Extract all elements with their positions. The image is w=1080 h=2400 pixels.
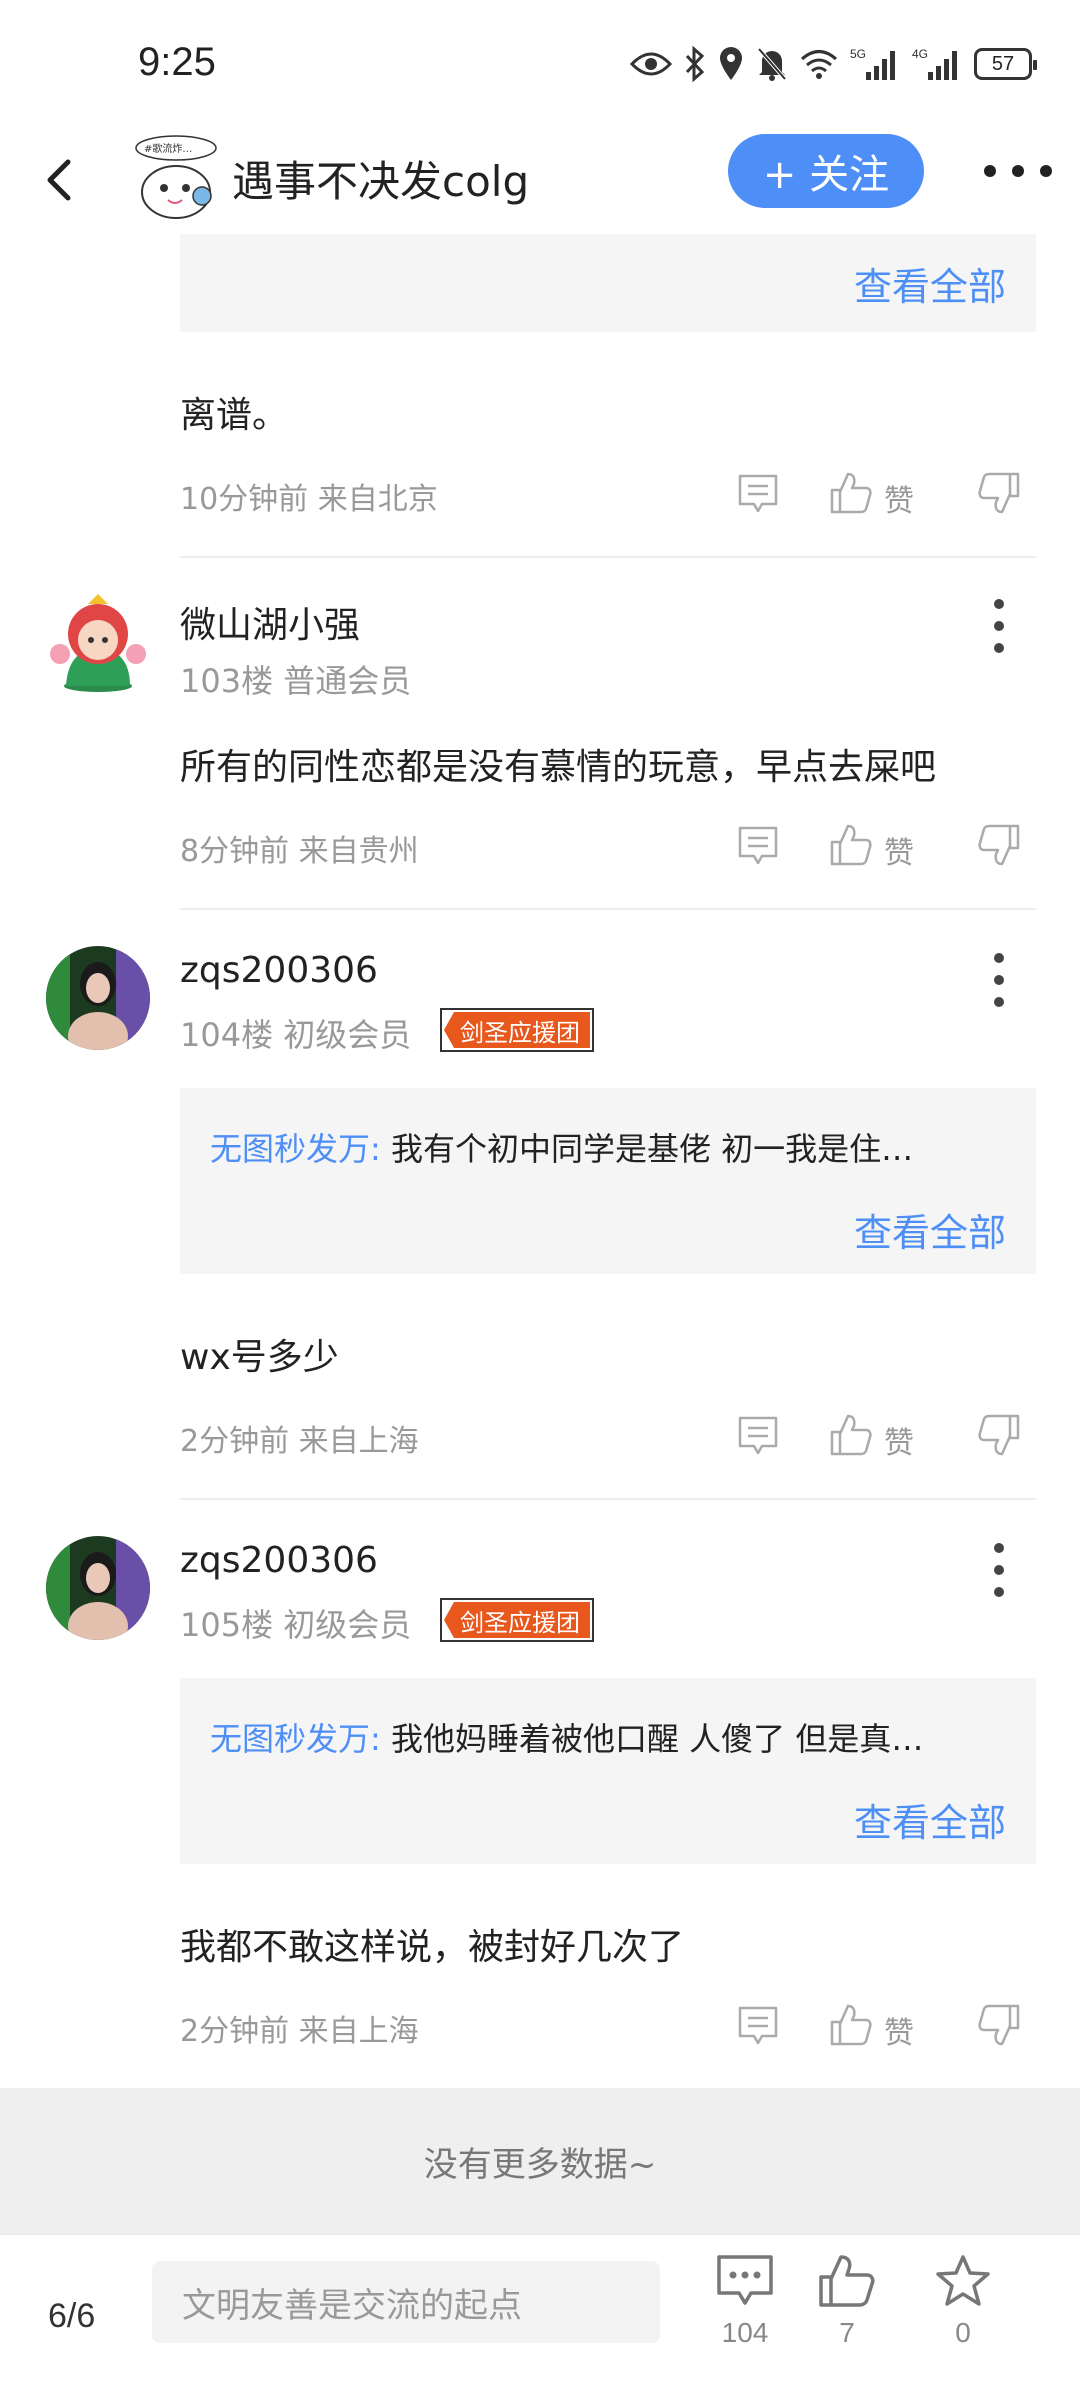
bottom-bar: 6/6 文明友善是交流的起点 104 7 0 — [0, 2234, 1080, 2400]
comment-meta: 8分钟前 来自贵州 — [180, 834, 419, 869]
reply-icon[interactable] — [736, 824, 780, 868]
comment-menu-icon[interactable] — [984, 1536, 1014, 1606]
dislike-icon[interactable] — [976, 2002, 1022, 2048]
quote-author[interactable]: 无图秒发万: — [210, 1130, 381, 1168]
username[interactable]: zqs200306 — [180, 1540, 378, 1581]
reply-icon[interactable] — [736, 2004, 780, 2048]
comment-meta: 2分钟前 来自上海 — [180, 1424, 419, 1459]
view-all-link[interactable]: 查看全部 — [854, 256, 1006, 311]
floor-info: 103楼 普通会员 — [180, 662, 412, 700]
username[interactable]: zqs200306 — [180, 950, 378, 991]
divider — [180, 908, 1036, 910]
signal-5g-icon: 5G — [850, 47, 895, 80]
comment-actions: 赞 — [736, 470, 1036, 520]
comments-button[interactable]: 104 — [700, 2253, 790, 2349]
eye-icon — [630, 52, 672, 76]
comment-meta: 2分钟前 来自上海 — [180, 2014, 419, 2049]
comment-text: 离谱。 — [180, 395, 289, 436]
back-arrow-icon[interactable] — [30, 150, 90, 210]
comment-actions: 赞 — [736, 822, 1036, 872]
like-label[interactable]: 赞 — [884, 476, 914, 520]
battery-icon: 57 — [974, 48, 1037, 80]
comment-text: 所有的同性恋都是没有慕情的玩意，早点去屎吧 — [180, 747, 937, 788]
signal-4g-icon: 4G — [912, 47, 957, 80]
comment-actions: 赞 — [736, 2002, 1036, 2052]
forum-avatar[interactable]: #歌流炸… — [124, 130, 224, 230]
status-icons: 5G 4G 57 — [630, 44, 1037, 84]
like-post-button[interactable]: 7 — [802, 2253, 892, 2349]
status-bar: 9:25 5G 4G 57 — [0, 0, 1080, 130]
like-label[interactable]: 赞 — [884, 1418, 914, 1462]
fan-badge: 剑圣应援团 — [440, 1598, 594, 1642]
location-icon — [720, 47, 742, 80]
reply-icon[interactable] — [736, 472, 780, 516]
like-label[interactable]: 赞 — [884, 2008, 914, 2052]
like-icon[interactable] — [828, 2002, 874, 2048]
status-time: 9:25 — [138, 40, 216, 84]
fan-badge: 剑圣应援团 — [440, 1008, 594, 1052]
page-indicator[interactable]: 6/6 — [48, 2297, 95, 2336]
comment-meta: 10分钟前 来自北京 — [180, 482, 438, 517]
more-options-icon[interactable] — [980, 146, 1056, 196]
like-label[interactable]: 赞 — [884, 828, 914, 872]
quote-author[interactable]: 无图秒发万: — [210, 1720, 381, 1758]
quote-content: 我他妈睡着被他口醒 人傻了 但是真… — [380, 1720, 924, 1758]
divider — [180, 556, 1036, 558]
quoted-text: 无图秒发万: 我有个初中同学是基佬 初一我是住… — [210, 1124, 1010, 1170]
quoted-reply: 查看全部 — [180, 234, 1036, 332]
no-more-data: 没有更多数据~ — [0, 2088, 1080, 2234]
view-all-link[interactable]: 查看全部 — [854, 1202, 1006, 1257]
quoted-text: 无图秒发万: 我他妈睡着被他口醒 人傻了 但是真… — [210, 1714, 1010, 1760]
mute-bell-icon — [757, 47, 787, 81]
reply-icon[interactable] — [736, 1414, 780, 1458]
user-avatar[interactable] — [46, 1536, 150, 1640]
floor-info: 104楼 初级会员 — [180, 1016, 412, 1054]
comment-actions: 赞 — [736, 1412, 1036, 1462]
user-avatar[interactable] — [46, 946, 150, 1050]
comment-input[interactable]: 文明友善是交流的起点 — [152, 2261, 660, 2343]
username[interactable]: 微山湖小强 — [180, 596, 360, 648]
comment-menu-icon[interactable] — [984, 592, 1014, 662]
comments-count: 104 — [721, 2317, 769, 2348]
comment-text: 我都不敢这样说，被封好几次了 — [180, 1927, 685, 1968]
quoted-reply[interactable]: 无图秒发万: 我有个初中同学是基佬 初一我是住… 查看全部 — [180, 1088, 1036, 1274]
star-icon — [936, 2255, 990, 2306]
svg-text:#歌流炸…: #歌流炸… — [144, 142, 192, 155]
favorites-count: 0 — [955, 2317, 971, 2348]
forum-title: 遇事不决发colg — [232, 157, 530, 206]
svg-text:5G: 5G — [850, 47, 866, 61]
bluetooth-icon — [685, 46, 705, 82]
comment-icon — [717, 2255, 773, 2305]
user-avatar[interactable] — [46, 590, 150, 694]
floor-info: 105楼 初级会员 — [180, 1606, 412, 1644]
top-header: #歌流炸… 遇事不决发colg + 关注 — [0, 130, 1080, 240]
favorite-button[interactable]: 0 — [918, 2253, 1008, 2349]
quote-content: 我有个初中同学是基佬 初一我是住… — [380, 1130, 914, 1168]
like-icon[interactable] — [828, 1412, 874, 1458]
comment-text: wx号多少 — [180, 1337, 339, 1378]
svg-text:4G: 4G — [912, 47, 928, 61]
divider — [180, 1498, 1036, 1500]
comment-menu-icon[interactable] — [984, 946, 1014, 1016]
quoted-reply[interactable]: 无图秒发万: 我他妈睡着被他口醒 人傻了 但是真… 查看全部 — [180, 1678, 1036, 1864]
dislike-icon[interactable] — [976, 470, 1022, 516]
thumbs-up-icon — [819, 2255, 875, 2307]
follow-button[interactable]: + 关注 — [728, 134, 924, 208]
like-icon[interactable] — [828, 470, 874, 516]
wifi-icon — [801, 50, 837, 79]
like-icon[interactable] — [828, 822, 874, 868]
likes-count: 7 — [839, 2317, 855, 2348]
view-all-link[interactable]: 查看全部 — [854, 1792, 1006, 1847]
dislike-icon[interactable] — [976, 822, 1022, 868]
dislike-icon[interactable] — [976, 1412, 1022, 1458]
